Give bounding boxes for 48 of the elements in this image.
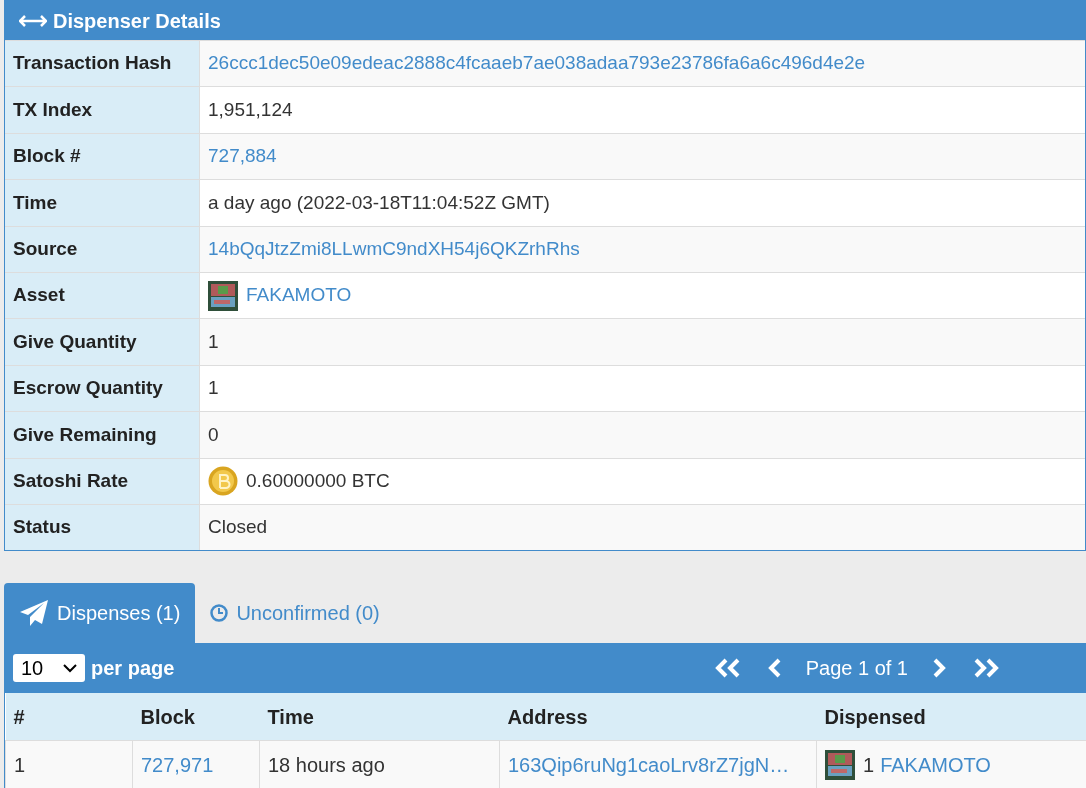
asset-image: [825, 749, 855, 780]
row-label: Source: [13, 237, 78, 261]
double-arrow-icon: [19, 14, 47, 27]
row-label: Time: [13, 190, 57, 215]
coin-icon: [208, 466, 238, 497]
next-page-icon[interactable]: [932, 658, 946, 679]
quantity-text: 1: [863, 752, 875, 778]
value-text: 0: [208, 422, 219, 447]
row-label: Give Remaining: [13, 422, 157, 447]
asset-link[interactable]: FAKAMOTO: [246, 281, 352, 310]
table-cell: 18 hours ago: [259, 740, 500, 788]
value-text: 1,951,124: [208, 97, 293, 122]
tab[interactable]: Dispenses (1): [4, 583, 196, 644]
per-page-label: per page: [91, 656, 175, 682]
value-text: Closed: [208, 515, 268, 540]
value-text: 1: [208, 376, 219, 401]
row-label: Block #: [13, 144, 81, 169]
previous-page-icon[interactable]: [767, 658, 782, 679]
address-link[interactable]: 163Qip6ruNg1caoLrv8rZ7jgN…: [508, 753, 790, 776]
value-link[interactable]: 26ccc1dec50e09edeac2888c4fcaaeb7ae038adaa793e23786fa6a6c496d4e2e: [208, 49, 866, 78]
column-header: #: [5, 693, 133, 741]
column-header: Time: [259, 693, 500, 741]
paper-plane-icon: [19, 599, 49, 628]
column-header: Address: [499, 693, 817, 741]
value-text: a day ago (2022-03-18T11:04:52Z GMT): [208, 190, 550, 215]
row-label: Satoshi Rate: [13, 468, 129, 493]
per-page-select[interactable]: 10: [13, 654, 85, 683]
row-label: Status: [13, 515, 72, 540]
row-label: Transaction Hash: [13, 51, 172, 76]
table-cell: 1: [5, 740, 133, 788]
column-header: Dispensed: [816, 693, 1086, 741]
panel-title: Dispenser Details: [53, 8, 221, 34]
row-label: Escrow Quantity: [13, 376, 163, 401]
value-text: 0.60000000 BTC: [246, 468, 390, 493]
value-text: 1: [208, 329, 219, 354]
value-link[interactable]: 727,884: [208, 142, 277, 171]
row-label: Give Quantity: [13, 329, 137, 354]
row-label: TX Index: [13, 97, 93, 122]
tab[interactable]: Unconfirmed (0): [195, 583, 395, 644]
asset-link[interactable]: FAKAMOTO: [880, 749, 991, 780]
value-link[interactable]: 14bQqJtzZmi8LLwmC9ndXH54j6QKZrhRhs: [208, 235, 580, 264]
asset-image: [208, 280, 238, 311]
clock-icon: [210, 604, 229, 623]
block-link[interactable]: 727,971: [141, 753, 214, 776]
page-indicator: Page 1 of 1: [805, 656, 908, 682]
column-header: Block: [132, 693, 260, 741]
row-label: Asset: [13, 283, 65, 308]
caret-icon: [63, 663, 77, 673]
